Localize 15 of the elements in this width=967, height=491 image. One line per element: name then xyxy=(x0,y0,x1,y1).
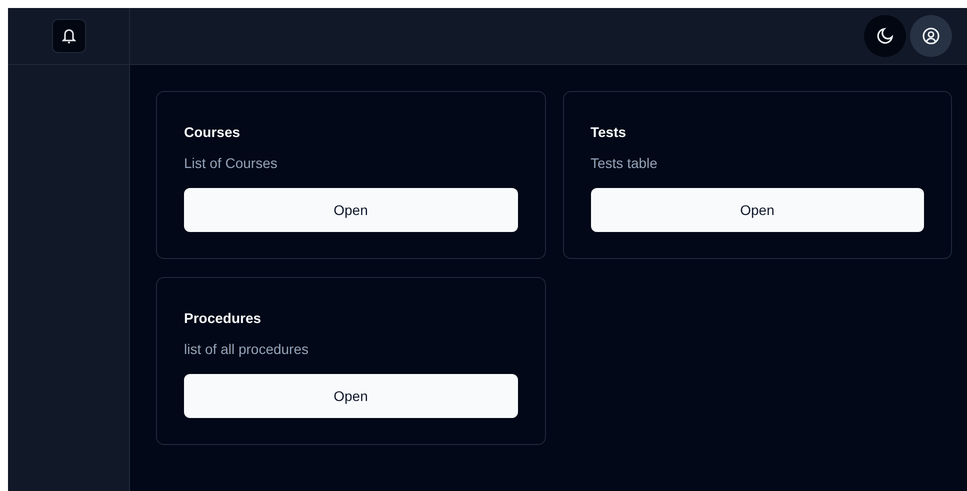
open-button[interactable]: Open xyxy=(590,188,924,232)
card-description: List of Courses xyxy=(184,154,278,173)
card-description: Tests table xyxy=(590,154,658,173)
notifications-button[interactable] xyxy=(52,19,86,53)
card-title: Tests xyxy=(590,123,628,142)
theme-toggle-button[interactable] xyxy=(864,15,906,57)
card-title: Courses xyxy=(184,123,242,142)
profile-button[interactable] xyxy=(910,15,952,57)
user-icon xyxy=(922,27,940,45)
card-title: Procedures xyxy=(184,309,262,328)
open-button[interactable]: Open xyxy=(184,188,518,232)
card-description: list of all procedures xyxy=(184,340,310,359)
moon-icon xyxy=(876,27,894,45)
bell-icon xyxy=(62,28,76,44)
open-button[interactable]: Open xyxy=(184,374,518,418)
